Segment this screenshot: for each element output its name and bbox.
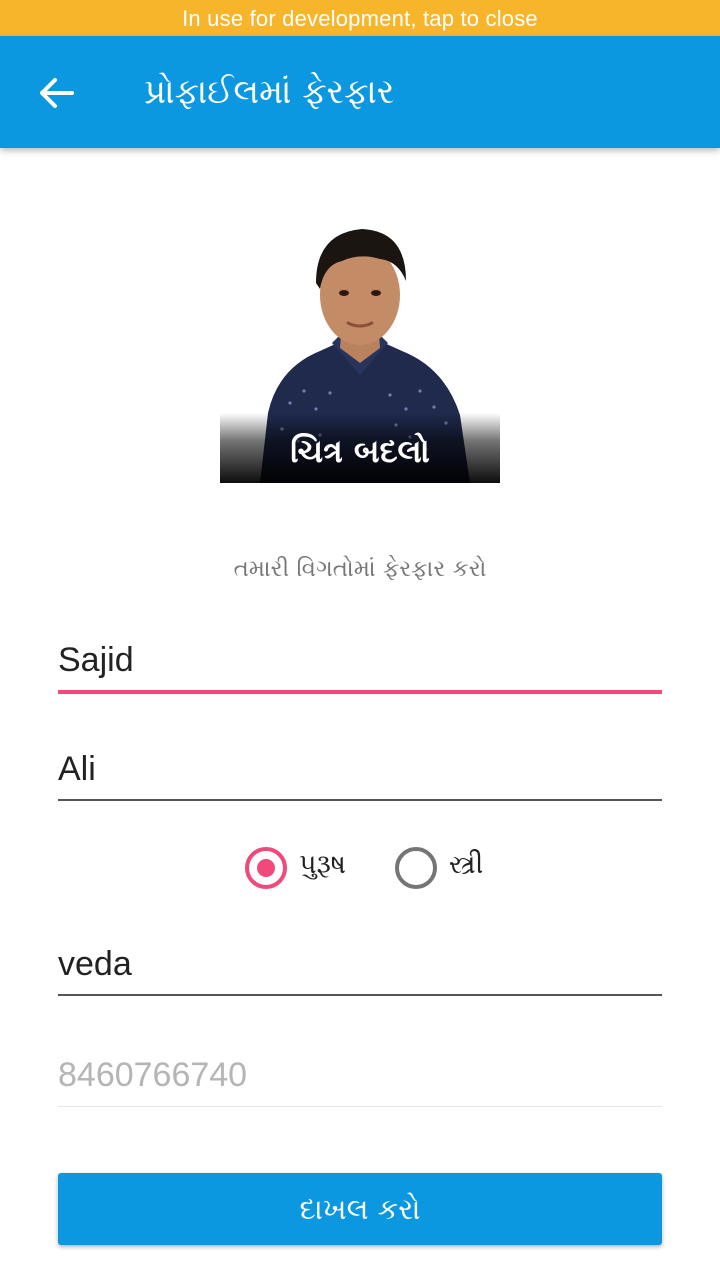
last-name-input[interactable] bbox=[58, 741, 662, 797]
radio-checked-icon bbox=[245, 847, 287, 889]
page-title: પ્રોફાઈલમાં ફેરફાર bbox=[144, 72, 395, 112]
submit-button[interactable]: દાખલ કરો bbox=[58, 1173, 662, 1245]
last-name-underline bbox=[58, 799, 662, 801]
arrow-left-icon bbox=[28, 78, 84, 124]
gender-male-label: પુરૂષ bbox=[299, 849, 346, 880]
first-name-field[interactable] bbox=[58, 632, 662, 694]
gender-female-label: સ્ત્રી bbox=[449, 849, 484, 880]
profile-photo[interactable]: ચિત્ર બદલો bbox=[220, 203, 500, 483]
form-subtitle: તમારી વિગતોમાં ફેરફાર કરો bbox=[233, 556, 487, 582]
radio-dot bbox=[257, 859, 275, 877]
city-field[interactable] bbox=[58, 936, 662, 996]
first-name-underline bbox=[58, 690, 662, 694]
dev-mode-banner[interactable]: In use for development, tap to close bbox=[0, 0, 720, 36]
back-button[interactable] bbox=[28, 66, 84, 120]
phone-underline bbox=[58, 1106, 662, 1107]
city-input[interactable] bbox=[58, 936, 662, 992]
last-name-field[interactable] bbox=[58, 741, 662, 801]
city-underline bbox=[58, 994, 662, 996]
first-name-input[interactable] bbox=[58, 632, 662, 688]
gender-radio-group: પુરૂષ સ્ત્રી bbox=[0, 845, 720, 891]
phone-input[interactable] bbox=[58, 1047, 662, 1103]
phone-field[interactable] bbox=[58, 1047, 662, 1107]
app-bar: પ્રોફાઈલમાં ફેરફાર bbox=[0, 36, 720, 148]
radio-unchecked-icon bbox=[395, 847, 437, 889]
change-photo-label[interactable]: ચિત્ર બદલો bbox=[220, 432, 500, 471]
